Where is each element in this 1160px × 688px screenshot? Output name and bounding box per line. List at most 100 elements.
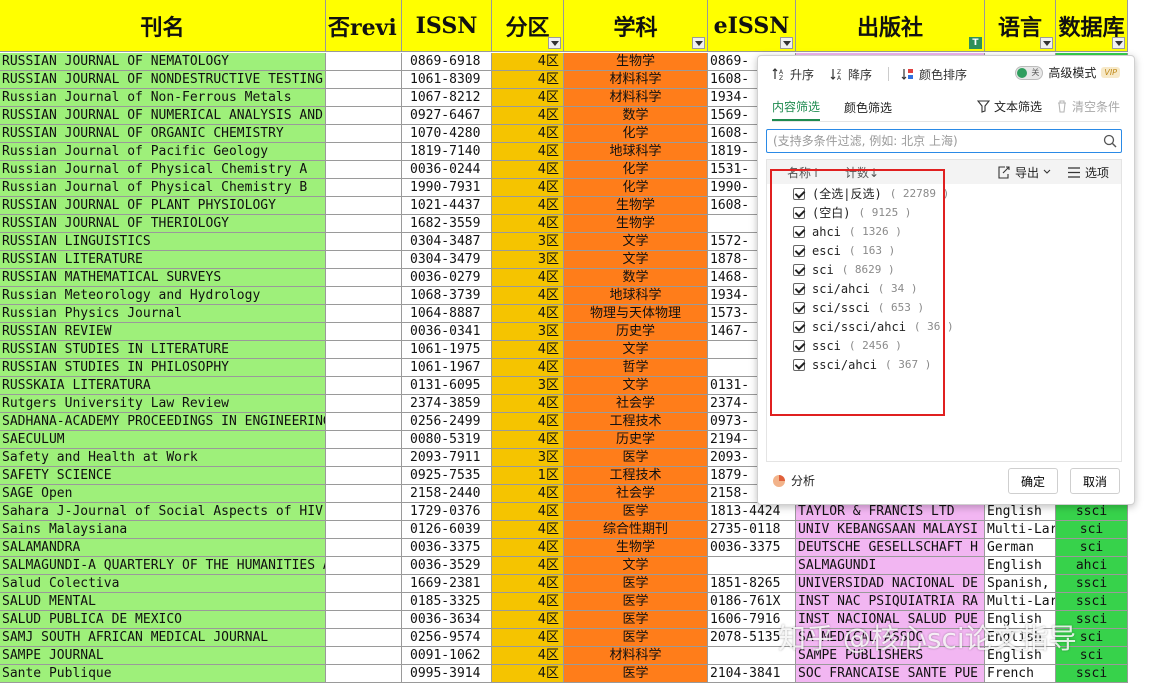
zone-cell[interactable]: 4区 bbox=[492, 503, 564, 521]
filter-value-item[interactable]: sci/ahci ( 34 ) bbox=[767, 279, 1121, 298]
publisher-cell[interactable]: SALMAGUNDI bbox=[796, 557, 985, 575]
checkbox-checked-icon[interactable] bbox=[793, 244, 805, 257]
filter-value-item[interactable]: sci/ssci ( 653 ) bbox=[767, 298, 1121, 317]
header-journal-name[interactable]: 刊名 bbox=[0, 0, 326, 52]
journal-name-cell[interactable]: Sahara J-Journal of Social Aspects of HI… bbox=[0, 503, 326, 521]
zone-cell[interactable]: 4区 bbox=[492, 71, 564, 89]
issn-cell[interactable]: 0927-6467 bbox=[402, 107, 492, 125]
review-cell[interactable] bbox=[326, 665, 402, 683]
filter-dropdown-icon[interactable] bbox=[780, 37, 793, 49]
subject-cell[interactable]: 生物学 bbox=[564, 197, 708, 215]
sort-desc-button[interactable]: ZA 降序 bbox=[830, 66, 872, 83]
filter-value-item[interactable]: ahci ( 1326 ) bbox=[767, 222, 1121, 241]
zone-cell[interactable]: 4区 bbox=[492, 611, 564, 629]
header-publisher[interactable]: 出版社 bbox=[796, 0, 985, 52]
zone-cell[interactable]: 4区 bbox=[492, 539, 564, 557]
review-cell[interactable] bbox=[326, 89, 402, 107]
subject-cell[interactable]: 生物学 bbox=[564, 215, 708, 233]
filter-value-item[interactable]: ssci ( 2456 ) bbox=[767, 336, 1121, 355]
analyze-button[interactable]: 分析 bbox=[772, 472, 815, 489]
checkbox-checked-icon[interactable] bbox=[793, 358, 805, 371]
issn-cell[interactable]: 1682-3559 bbox=[402, 215, 492, 233]
issn-cell[interactable]: 0925-7535 bbox=[402, 467, 492, 485]
subject-cell[interactable]: 文学 bbox=[564, 233, 708, 251]
subject-cell[interactable]: 工程技术 bbox=[564, 413, 708, 431]
zone-cell[interactable]: 4区 bbox=[492, 53, 564, 71]
zone-cell[interactable]: 4区 bbox=[492, 485, 564, 503]
review-cell[interactable] bbox=[326, 593, 402, 611]
issn-cell[interactable]: 1064-8887 bbox=[402, 305, 492, 323]
review-cell[interactable] bbox=[326, 71, 402, 89]
language-cell[interactable]: English bbox=[985, 503, 1056, 521]
subject-cell[interactable]: 数学 bbox=[564, 269, 708, 287]
issn-cell[interactable]: 0304-3479 bbox=[402, 251, 492, 269]
review-cell[interactable] bbox=[326, 269, 402, 287]
review-cell[interactable] bbox=[326, 143, 402, 161]
language-cell[interactable]: French bbox=[985, 665, 1056, 683]
journal-name-cell[interactable]: SALAMANDRA bbox=[0, 539, 326, 557]
zone-cell[interactable]: 4区 bbox=[492, 395, 564, 413]
table-row[interactable]: Sante Publique 0995-3914 4区 医学 2104-3841 SOC … bbox=[0, 665, 1160, 683]
journal-name-cell[interactable]: RUSSIAN JOURNAL OF PLANT PHYSIOLOGY bbox=[0, 197, 326, 215]
sort-asc-button[interactable]: AZ 升序 bbox=[772, 66, 814, 83]
sort-by-name[interactable]: 名称↑ bbox=[787, 164, 821, 181]
checkbox-checked-icon[interactable] bbox=[793, 301, 805, 314]
issn-cell[interactable]: 0080-5319 bbox=[402, 431, 492, 449]
database-cell[interactable]: ahci bbox=[1056, 557, 1128, 575]
zone-cell[interactable]: 4区 bbox=[492, 287, 564, 305]
publisher-cell[interactable]: UNIVERSIDAD NACIONAL DE bbox=[796, 575, 985, 593]
publisher-cell[interactable]: UNIV KEBANGSAAN MALAYSI bbox=[796, 521, 985, 539]
review-cell[interactable] bbox=[326, 449, 402, 467]
table-row[interactable]: Sahara J-Journal of Social Aspects of HI… bbox=[0, 503, 1160, 521]
subject-cell[interactable]: 化学 bbox=[564, 179, 708, 197]
zone-cell[interactable]: 4区 bbox=[492, 413, 564, 431]
review-cell[interactable] bbox=[326, 107, 402, 125]
zone-cell[interactable]: 3区 bbox=[492, 233, 564, 251]
journal-name-cell[interactable]: Safety and Health at Work bbox=[0, 449, 326, 467]
issn-cell[interactable]: 1070-4280 bbox=[402, 125, 492, 143]
header-zone[interactable]: 分区 bbox=[492, 0, 564, 52]
subject-cell[interactable]: 文学 bbox=[564, 341, 708, 359]
issn-cell[interactable]: 2374-3859 bbox=[402, 395, 492, 413]
review-cell[interactable] bbox=[326, 395, 402, 413]
language-cell[interactable]: Multi-Lar bbox=[985, 593, 1056, 611]
eissn-cell[interactable]: 2735-0118 bbox=[708, 521, 796, 539]
filter-value-item[interactable]: (全选|反选) ( 22789 ) bbox=[767, 184, 1121, 203]
zone-cell[interactable]: 4区 bbox=[492, 197, 564, 215]
issn-cell[interactable]: 2093-7911 bbox=[402, 449, 492, 467]
journal-name-cell[interactable]: Russian Journal of Non-Ferrous Metals bbox=[0, 89, 326, 107]
tab-color-filter[interactable]: 颜色筛选 bbox=[844, 99, 892, 120]
subject-cell[interactable]: 生物学 bbox=[564, 53, 708, 71]
subject-cell[interactable]: 文学 bbox=[564, 377, 708, 395]
issn-cell[interactable]: 0036-3634 bbox=[402, 611, 492, 629]
subject-cell[interactable]: 数学 bbox=[564, 107, 708, 125]
text-filter-button[interactable]: 文本筛选 bbox=[976, 98, 1042, 115]
review-cell[interactable] bbox=[326, 467, 402, 485]
zone-cell[interactable]: 4区 bbox=[492, 341, 564, 359]
issn-cell[interactable]: 1990-7931 bbox=[402, 179, 492, 197]
language-cell[interactable]: Spanish, bbox=[985, 575, 1056, 593]
zone-cell[interactable]: 4区 bbox=[492, 629, 564, 647]
issn-cell[interactable]: 0995-3914 bbox=[402, 665, 492, 683]
eissn-cell[interactable]: 1851-8265 bbox=[708, 575, 796, 593]
journal-name-cell[interactable]: RUSSIAN REVIEW bbox=[0, 323, 326, 341]
journal-name-cell[interactable]: RUSSIAN JOURNAL OF THERIOLOGY bbox=[0, 215, 326, 233]
review-cell[interactable] bbox=[326, 503, 402, 521]
clear-conditions-button[interactable]: 清空条件 bbox=[1056, 98, 1120, 115]
issn-cell[interactable]: 1061-1967 bbox=[402, 359, 492, 377]
advanced-mode-toggle[interactable]: 关 bbox=[1015, 65, 1044, 80]
subject-cell[interactable]: 生物学 bbox=[564, 539, 708, 557]
subject-cell[interactable]: 医学 bbox=[564, 449, 708, 467]
database-cell[interactable]: sci bbox=[1056, 539, 1128, 557]
issn-cell[interactable]: 0131-6095 bbox=[402, 377, 492, 395]
subject-cell[interactable]: 社会学 bbox=[564, 395, 708, 413]
table-row[interactable]: SALAMANDRA 0036-3375 4区 生物学 0036-3375 DEUTSCH… bbox=[0, 539, 1160, 557]
language-cell[interactable]: German bbox=[985, 539, 1056, 557]
table-row[interactable]: SALUD MENTAL 0185-3325 4区 医学 0186-761X INST N… bbox=[0, 593, 1160, 611]
zone-cell[interactable]: 4区 bbox=[492, 305, 564, 323]
filter-search-input[interactable] bbox=[767, 131, 1099, 151]
zone-cell[interactable]: 3区 bbox=[492, 323, 564, 341]
issn-cell[interactable]: 0036-0279 bbox=[402, 269, 492, 287]
table-row[interactable]: Sains Malaysiana 0126-6039 4区 综合性期刊 2735-011… bbox=[0, 521, 1160, 539]
issn-cell[interactable]: 0091-1062 bbox=[402, 647, 492, 665]
